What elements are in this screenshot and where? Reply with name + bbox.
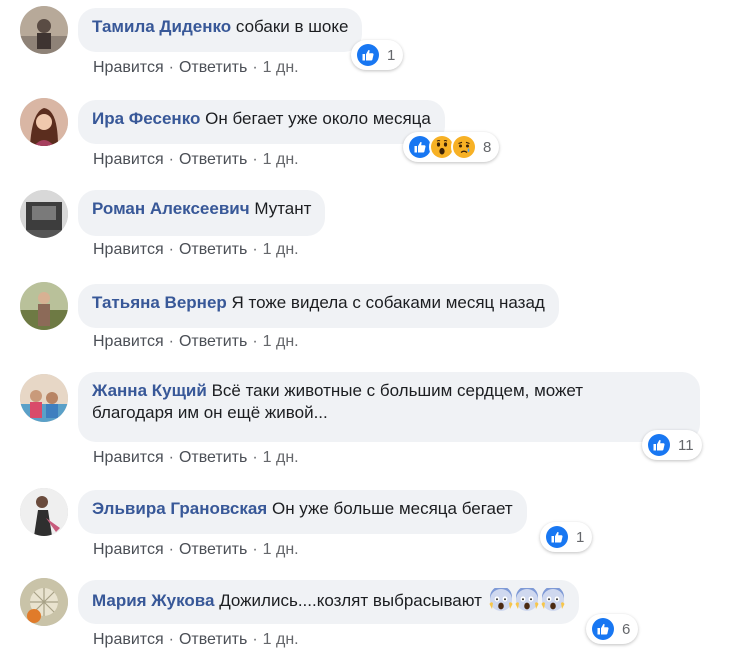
scream-emoji-icon	[489, 588, 513, 612]
reply-link[interactable]: Ответить	[179, 449, 247, 466]
comment-text: собаки в шоке	[235, 17, 349, 36]
like-link[interactable]: Нравится	[93, 151, 164, 168]
comment-text: Я тоже видела с собаками месяц назад	[231, 293, 545, 312]
comment-text-continued: благодаря им он ещё живой...	[92, 403, 328, 422]
comment-bubble: Татьяна Вернер Я тоже видела с собаками …	[78, 284, 559, 328]
comment-time[interactable]: 1 дн.	[263, 59, 299, 76]
comment-author[interactable]: Мария Жукова	[92, 591, 214, 610]
scream-emoji-icon	[541, 588, 565, 612]
scream-emoji-icon	[515, 588, 539, 612]
like-link[interactable]: Нравится	[93, 59, 164, 76]
comment-bubble: Роман Алексеевич Мутант	[78, 190, 326, 236]
comment-bubble: Эльвира Грановская Он уже больше месяца …	[78, 490, 527, 534]
comment-time[interactable]: 1 дн.	[263, 241, 299, 258]
reply-link[interactable]: Ответить	[179, 631, 247, 648]
avatar[interactable]	[20, 190, 68, 238]
comment-actions: Нравится · Ответить · 1 дн.	[93, 241, 299, 258]
reactions-summary[interactable]: 1	[351, 40, 404, 70]
like-link[interactable]: Нравится	[93, 541, 164, 558]
reaction-count: 8	[483, 138, 492, 156]
comment-author[interactable]: Татьяна Вернер	[92, 293, 227, 312]
comment-text: Всё таки животные с большим сердцем, мож…	[211, 381, 584, 400]
comment-bubble: Ира Фесенко Он бегает уже около месяца	[78, 100, 445, 144]
comment-time[interactable]: 1 дн.	[263, 151, 299, 168]
reaction-count: 11	[678, 436, 694, 454]
reply-link[interactable]: Ответить	[179, 541, 247, 558]
comment-author[interactable]: Роман Алексеевич	[92, 199, 250, 218]
like-link[interactable]: Нравится	[93, 333, 164, 350]
comment-bubble: Жанна Кущий Всё таки животные с большим …	[78, 372, 700, 442]
comment-author[interactable]: Тамила Диденко	[92, 17, 231, 36]
comment-author[interactable]: Жанна Кущий	[92, 381, 207, 400]
comment-author[interactable]: Ира Фесенко	[92, 109, 200, 128]
comment-author[interactable]: Эльвира Грановская	[92, 499, 267, 518]
reactions-summary[interactable]: 1	[540, 522, 593, 552]
comment-actions: Нравится · Ответить · 1 дн.	[93, 541, 299, 558]
reply-link[interactable]: Ответить	[179, 333, 247, 350]
like-link[interactable]: Нравится	[93, 449, 164, 466]
avatar[interactable]	[20, 374, 68, 422]
reactions-summary[interactable]: 8	[403, 132, 500, 162]
comment-bubble: Мария Жукова Дожились....козлят выбрасыв…	[78, 580, 579, 624]
reaction-count: 1	[387, 46, 396, 64]
comment-time[interactable]: 1 дн.	[263, 631, 299, 648]
comment-text: Он уже больше месяца бегает	[271, 499, 513, 518]
like-link[interactable]: Нравится	[93, 241, 164, 258]
thumbs-up-icon	[544, 524, 570, 550]
reactions-summary[interactable]: 6	[586, 614, 639, 644]
reaction-count: 1	[576, 528, 585, 546]
reaction-count: 6	[622, 620, 631, 638]
reply-link[interactable]: Ответить	[179, 59, 247, 76]
comment-time[interactable]: 1 дн.	[263, 333, 299, 350]
comment-actions: Нравится · Ответить · 1 дн.	[93, 333, 299, 350]
reactions-summary[interactable]: 11	[642, 430, 702, 460]
comment-time[interactable]: 1 дн.	[263, 541, 299, 558]
thumbs-up-icon	[355, 42, 381, 68]
like-link[interactable]: Нравится	[93, 631, 164, 648]
comment-bubble: Тамила Диденко собаки в шоке	[78, 8, 363, 52]
thumbs-up-icon	[590, 616, 616, 642]
avatar[interactable]	[20, 98, 68, 146]
reply-link[interactable]: Ответить	[179, 241, 247, 258]
comment-text: Мутант	[254, 199, 312, 218]
comment-time[interactable]: 1 дн.	[263, 449, 299, 466]
thumbs-up-icon	[646, 432, 672, 458]
avatar[interactable]	[20, 578, 68, 626]
avatar[interactable]	[20, 6, 68, 54]
comment-actions: Нравится · Ответить · 1 дн.	[93, 59, 299, 76]
avatar[interactable]	[20, 282, 68, 330]
avatar[interactable]	[20, 488, 68, 536]
comment-actions: Нравится · Ответить · 1 дн.	[93, 151, 299, 168]
comment-text: Он бегает уже около месяца	[205, 109, 431, 128]
sad-face-icon	[451, 134, 477, 160]
comment-text: Дожились....козлят выбрасывают	[219, 591, 482, 610]
reply-link[interactable]: Ответить	[179, 151, 247, 168]
comment-actions: Нравится · Ответить · 1 дн.	[93, 449, 299, 466]
comment-actions: Нравится · Ответить · 1 дн.	[93, 631, 299, 648]
